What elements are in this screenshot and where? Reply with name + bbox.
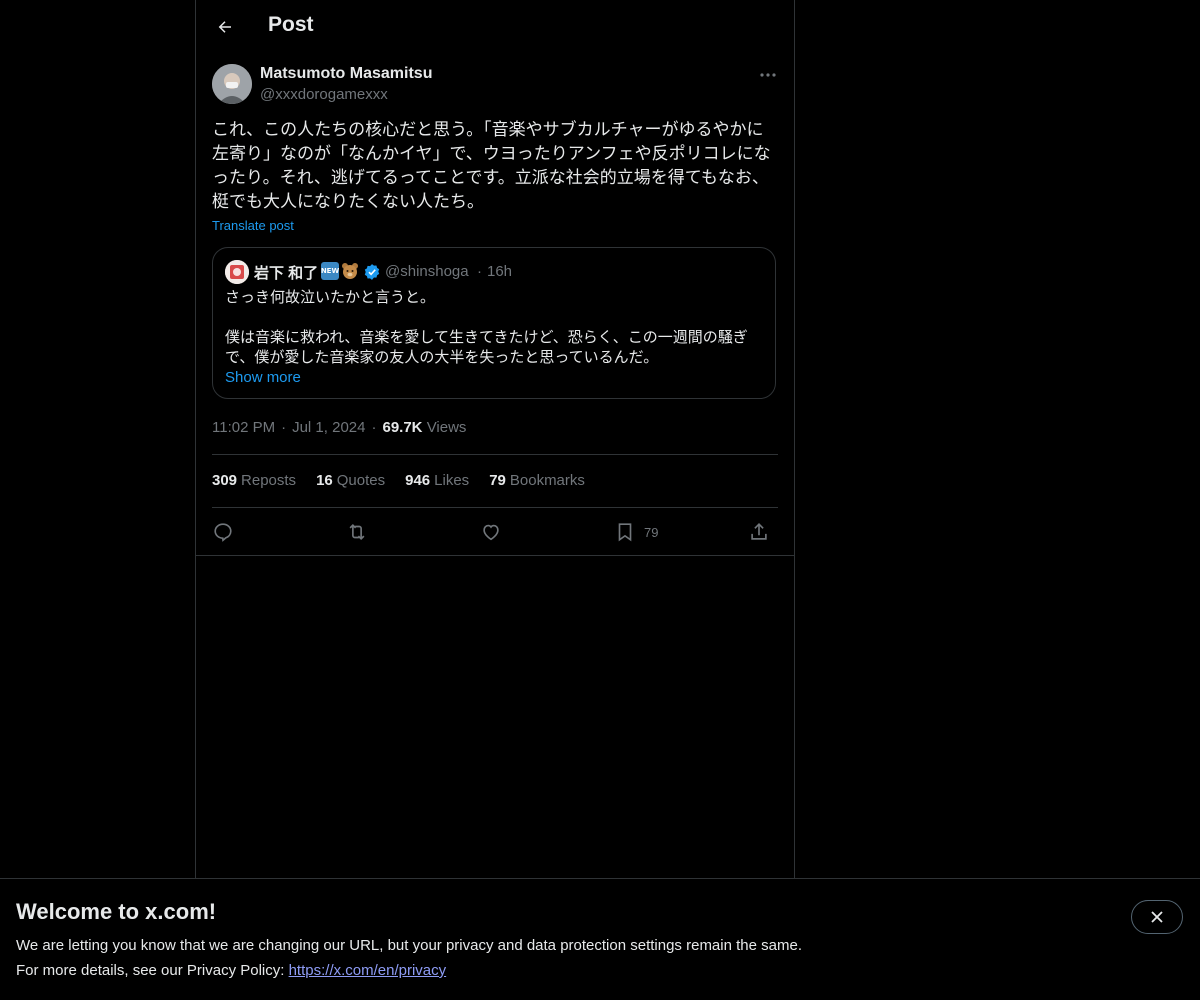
divider [196,555,794,556]
quote-avatar-icon [225,260,249,284]
meta-separator: · [281,419,287,436]
quote-text: さっき何故泣いたかと言うと。 僕は音楽に救われ、音楽を愛して生きてきたけど、恐ら… [225,289,748,366]
likes-stat[interactable]: 946 Likes [405,472,469,489]
post-time[interactable]: 11:02 PM [212,419,275,436]
share-icon [751,523,767,540]
avatar[interactable] [212,64,252,104]
arrow-left-icon [218,21,231,33]
divider [212,454,778,455]
privacy-policy-link[interactable]: https://x.com/en/privacy [289,962,447,979]
bookmark-button[interactable]: 79 [614,520,658,544]
heart-icon [483,524,499,541]
divider [212,507,778,508]
more-options-button[interactable] [756,66,780,84]
verified-badge-icon [364,264,380,280]
author-handle[interactable]: @xxxdorogamexxx [260,86,388,103]
views-label: Views [426,419,467,436]
quote-avatar [225,260,249,284]
banner-message: We are letting you know that we are chan… [16,937,802,954]
repost-button[interactable] [346,520,368,544]
quote-author-name: 岩下 和了 [254,265,319,282]
banner-title: Welcome to x.com! [16,899,217,924]
close-icon [1151,911,1163,923]
quote-separator: · [477,263,482,280]
page-title: Post [268,13,314,36]
quote-timestamp: 16h [487,263,513,280]
meta-separator: · [371,419,377,436]
post-date[interactable]: Jul 1, 2024 [292,419,365,436]
translate-post-link[interactable]: Translate post [212,218,294,233]
welcome-banner: Welcome to x.com! We are letting you kno… [0,878,1200,1000]
bookmark-count: 79 [644,524,659,540]
reply-icon [214,523,232,542]
quotes-stat[interactable]: 16 Quotes [316,472,385,489]
views-count: 69.7K [382,419,423,436]
quote-author-handle: @shinshoga [385,263,469,280]
author-name[interactable]: Matsumoto Masamitsu [260,65,432,83]
new-badge-icon: NEW [321,262,339,280]
more-horizontal-icon [760,73,776,77]
banner-privacy-text: For more details, see our Privacy Policy… [16,962,289,979]
reply-button[interactable] [212,520,234,544]
main-column: Post Matsumoto Masamitsu @xxxdorogamexxx… [195,0,795,1000]
user-photo-icon [212,64,252,104]
page-header: Post [196,0,794,55]
bookmarks-stat[interactable]: 79 Bookmarks [489,472,585,489]
show-more-link[interactable]: Show more [225,369,301,386]
banner-privacy-line: For more details, see our Privacy Policy… [16,962,446,979]
back-button[interactable] [208,10,242,44]
share-button[interactable] [748,520,770,544]
action-bar: 79 [212,516,778,548]
close-banner-button[interactable] [1131,900,1183,934]
post-metadata: 11:02 PM · Jul 1, 2024 · 69.7K Views [212,419,466,436]
bookmark-icon [618,523,632,542]
post-text: これ、この人たちの核心だと思う。「音楽やサブカルチャーがゆるやかに 左寄り」なの… [212,120,771,211]
quoted-post[interactable]: 岩下 和了 NEW @shinshoga · 16h さっき何故泣いたかと言うと… [212,247,776,399]
repost-icon [349,523,365,541]
reposts-stat[interactable]: 309 Reposts [212,472,296,489]
like-button[interactable] [480,520,502,544]
bear-emoji-icon [341,262,359,280]
post-stats: 309 Reposts 16 Quotes 946 Likes 79 Bookmarks [212,472,585,489]
